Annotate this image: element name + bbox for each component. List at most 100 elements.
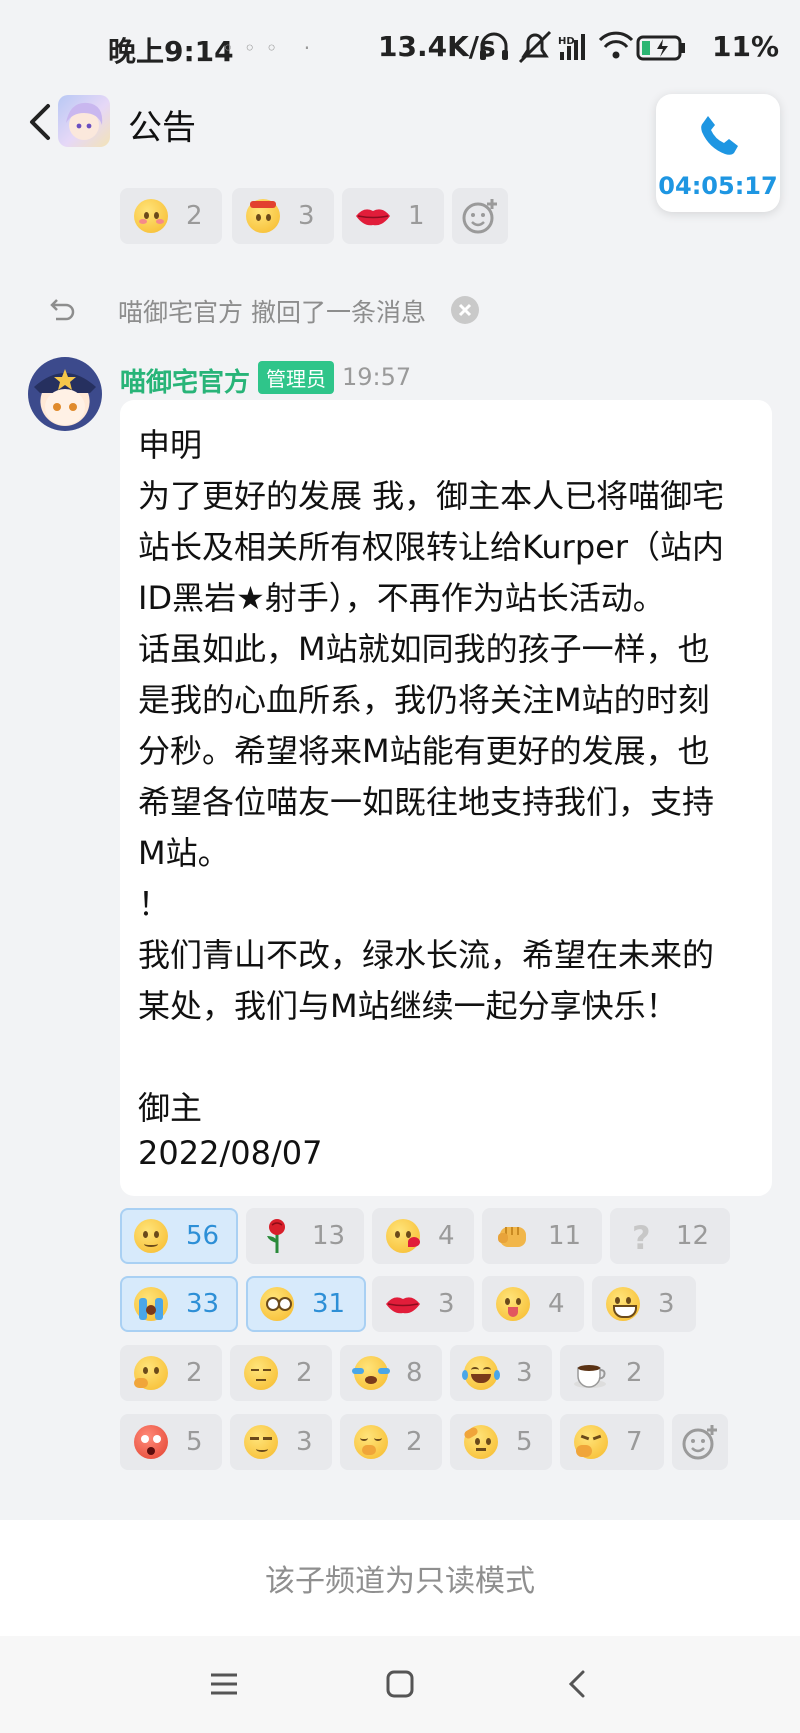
reaction-count: 12 xyxy=(676,1221,710,1251)
recall-notice: 喵御宅官方 撤回了一条消息 xyxy=(118,298,426,327)
reaction-chip[interactable]: 56 xyxy=(120,1208,238,1264)
reaction-chip[interactable]: 5 xyxy=(450,1414,552,1470)
grin-emoji-icon xyxy=(604,1285,642,1323)
reaction-count: 56 xyxy=(186,1221,220,1251)
reaction-count: 8 xyxy=(406,1358,423,1388)
admin-badge: 管理员 xyxy=(258,361,334,394)
message-line: ID黑岩★射手），不再作为站长活动。 xyxy=(138,579,665,617)
reaction-chip[interactable]: 31 xyxy=(246,1276,366,1332)
reaction-count: 3 xyxy=(658,1289,675,1319)
back-nav-icon[interactable] xyxy=(562,1668,594,1700)
menu-icon[interactable] xyxy=(208,1668,240,1700)
reaction-chip[interactable]: 2 xyxy=(120,1345,222,1401)
reaction-chip[interactable]: 2 xyxy=(340,1414,442,1470)
message-bubble[interactable]: 申明 为了更好的发展 我，御主本人已将喵御宅 站长及相关所有权限转让给Kurpe… xyxy=(120,400,772,1196)
message-line: 申明 xyxy=(138,426,203,464)
message-line: 为了更好的发展 我，御主本人已将喵御宅 xyxy=(138,477,725,515)
lips-emoji-icon xyxy=(384,1285,422,1323)
svg-text:?: ? xyxy=(632,1219,651,1255)
message-line: 某处，我们与M站继续一起分享快乐！ xyxy=(138,987,678,1025)
reaction-chip[interactable]: 4 xyxy=(372,1208,474,1264)
message-line: 话虽如此，M站就如同我的孩子一样，也 xyxy=(138,630,710,668)
home-icon[interactable] xyxy=(384,1668,416,1700)
reaction-chip[interactable]: 3 xyxy=(450,1345,552,1401)
reaction-count: 13 xyxy=(312,1221,346,1251)
smirk-emoji-icon xyxy=(242,1423,280,1461)
thinking-emoji-icon xyxy=(132,1354,170,1392)
tears-emoji-icon xyxy=(352,1354,390,1392)
fist-emoji-icon xyxy=(494,1217,532,1255)
reaction-chip[interactable]: 3 xyxy=(230,1414,332,1470)
reaction-count: 3 xyxy=(298,201,315,231)
lips-emoji-icon xyxy=(354,197,392,235)
add-emoji-icon xyxy=(682,1425,717,1460)
reaction-count: 4 xyxy=(438,1221,455,1251)
reaction-count: 2 xyxy=(186,1358,203,1388)
add-reaction-button[interactable] xyxy=(452,188,508,244)
reaction-chip[interactable]: 13 xyxy=(246,1208,364,1264)
dismiss-notice-button[interactable] xyxy=(451,296,479,324)
tongue-emoji-icon xyxy=(494,1285,532,1323)
reaction-chip[interactable]: 3 xyxy=(592,1276,696,1332)
reaction-chip[interactable]: 33 xyxy=(120,1276,238,1332)
reaction-chip[interactable]: 1 xyxy=(342,188,444,244)
coffee-icon xyxy=(572,1354,610,1392)
reaction-chip[interactable]: 4 xyxy=(482,1276,584,1332)
reaction-count: 31 xyxy=(312,1289,346,1319)
reaction-chip[interactable]: 7 xyxy=(560,1414,664,1470)
reaction-count: 2 xyxy=(186,201,203,231)
reaction-count: 11 xyxy=(548,1221,582,1251)
shocked-emoji-icon xyxy=(132,1423,170,1461)
rose-emoji-icon xyxy=(258,1217,296,1255)
loud-crying-emoji-icon xyxy=(132,1285,170,1323)
back-arrow-icon[interactable] xyxy=(22,100,62,144)
call-duration: 04:05:17 xyxy=(658,172,778,200)
notification-icons: ◦◦◦ · xyxy=(222,36,321,60)
reaction-chip[interactable]: 2 xyxy=(120,188,222,244)
reaction-count: 2 xyxy=(406,1427,423,1457)
reaction-count: 4 xyxy=(548,1289,565,1319)
reaction-count: 2 xyxy=(626,1358,643,1388)
reaction-chip[interactable]: 3 xyxy=(232,188,334,244)
reaction-chip[interactable]: 8 xyxy=(340,1345,442,1401)
sender-avatar[interactable] xyxy=(28,357,102,431)
reaction-count: 3 xyxy=(438,1289,455,1319)
voice-call-widget[interactable]: 04:05:17 xyxy=(656,94,780,212)
reaction-count: 5 xyxy=(186,1427,203,1457)
channel-avatar[interactable] xyxy=(58,95,110,147)
reaction-count: 3 xyxy=(296,1427,313,1457)
reaction-chip[interactable]: 5 xyxy=(120,1414,222,1470)
add-emoji-icon xyxy=(462,199,497,234)
reaction-count: 7 xyxy=(626,1427,643,1457)
message-line: 我们青山不改，绿水长流，希望在未来的 xyxy=(138,936,715,974)
reaction-count: 2 xyxy=(296,1358,313,1388)
readonly-notice: 该子频道为只读模式 xyxy=(265,1564,535,1599)
anime-avatar-icon xyxy=(66,102,103,140)
phone-icon xyxy=(701,116,738,155)
sender-name[interactable]: 喵御宅官方 xyxy=(120,362,250,399)
page-title: 公告 xyxy=(128,108,196,148)
message-line: 御主 xyxy=(138,1089,203,1127)
message-line: 分秒。希望将来M站能有更好的发展，也 xyxy=(138,732,710,770)
svg-text:HD: HD xyxy=(558,36,575,47)
pleading-emoji-icon xyxy=(258,1285,296,1323)
reaction-count: 33 xyxy=(186,1289,220,1319)
reaction-chip[interactable]: 2 xyxy=(230,1345,332,1401)
giggle-emoji-icon xyxy=(352,1423,390,1461)
message-line: 2022/08/07 xyxy=(138,1134,323,1172)
question-mark-icon: ? xyxy=(622,1217,660,1257)
reaction-chip[interactable]: 11 xyxy=(482,1208,602,1264)
add-reaction-button[interactable] xyxy=(672,1414,728,1470)
angry-emoji-icon xyxy=(244,197,282,235)
reaction-chip[interactable]: ? 12 xyxy=(610,1208,730,1264)
reaction-count: 3 xyxy=(516,1358,533,1388)
undo-icon xyxy=(50,299,75,321)
reaction-chip[interactable]: 3 xyxy=(372,1276,474,1332)
police-girl-avatar-icon xyxy=(34,369,96,425)
reaction-count: 1 xyxy=(408,201,425,231)
message-line: M站。 xyxy=(138,834,230,872)
battery-percent: 11% xyxy=(712,30,780,63)
reaction-count: 5 xyxy=(516,1427,533,1457)
sigh-emoji-icon xyxy=(242,1354,280,1392)
reaction-chip[interactable]: 2 xyxy=(560,1345,664,1401)
